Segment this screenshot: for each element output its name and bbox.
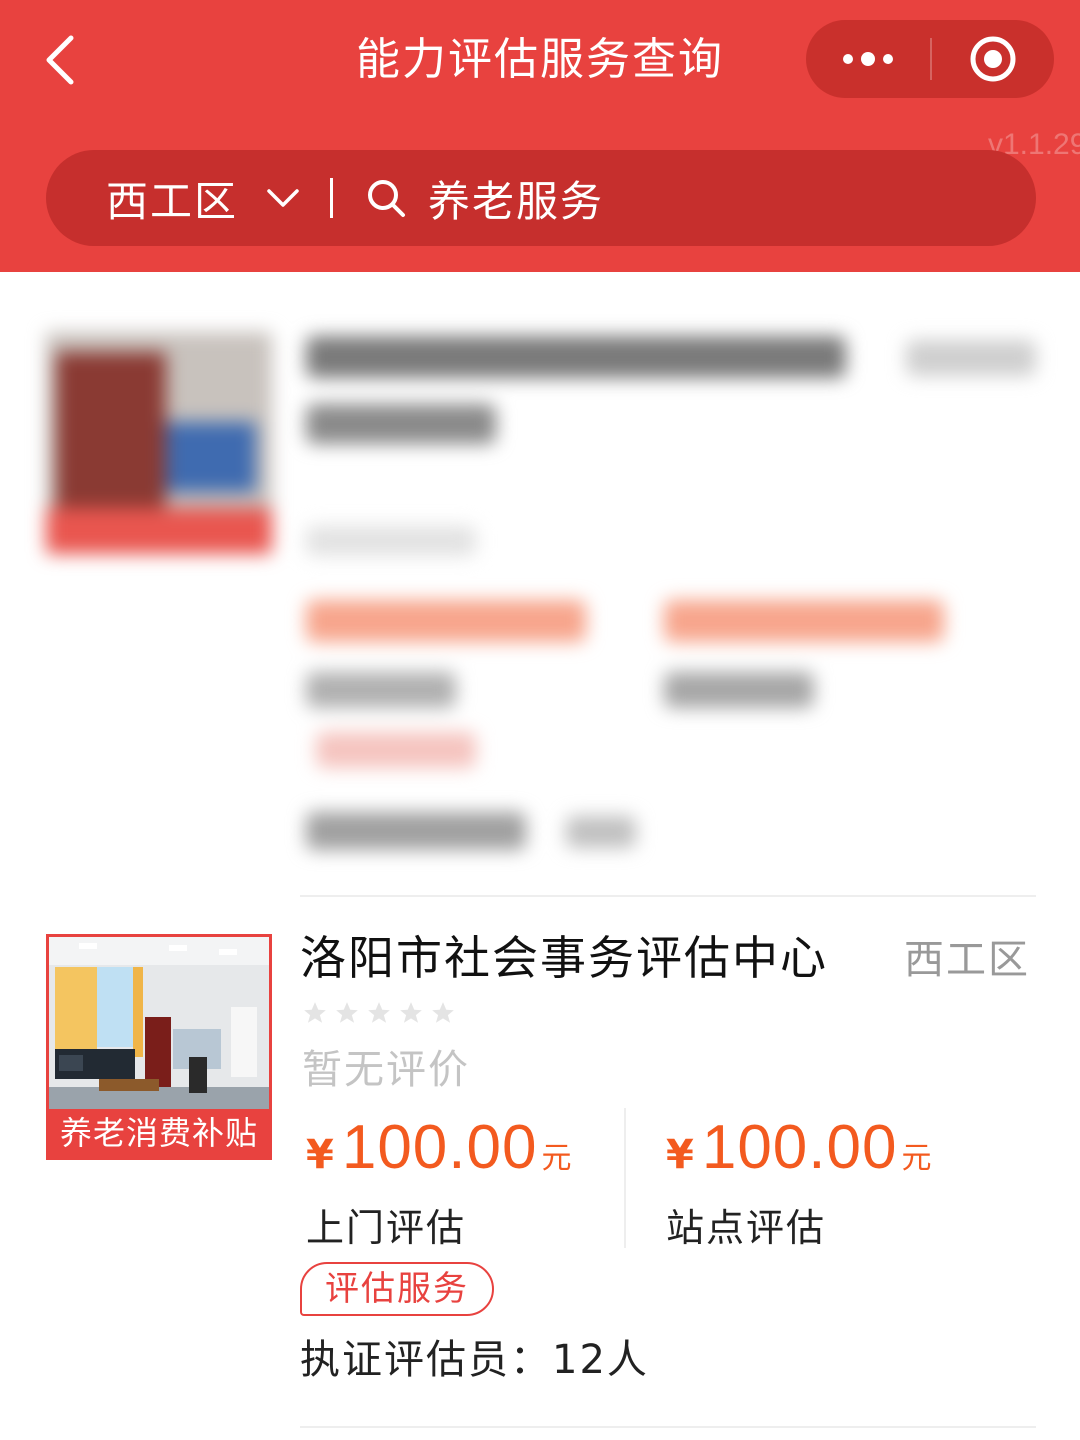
blurred-title: [306, 336, 846, 378]
search-separator: [330, 178, 333, 218]
blurred-district: [906, 340, 1036, 376]
blurred-label-1: [306, 672, 456, 708]
chevron-down-icon: [266, 181, 300, 215]
search-input[interactable]: 养老服务: [366, 150, 604, 246]
subsidy-tag: 养老消费补贴: [49, 1109, 269, 1157]
price-amount: 100.00: [341, 1113, 538, 1182]
blurred-price-1: [306, 600, 586, 642]
listing-thumbnail[interactable]: 养老消费补贴: [46, 934, 272, 1160]
blurred-assessors: [306, 812, 526, 850]
close-mini-program-button[interactable]: [932, 20, 1054, 98]
district-dropdown[interactable]: 西工区: [106, 150, 300, 246]
price-separator: [624, 1108, 626, 1248]
listing-divider: [300, 895, 1036, 897]
blurred-tag: [316, 732, 476, 768]
district-label: 西工区: [106, 176, 239, 226]
blurred-rating: [306, 526, 476, 556]
search-bar: 西工区 养老服务: [46, 150, 1036, 246]
price-label: 上门评估: [306, 1206, 467, 1250]
site-assessment-price: ¥ 100.00 元 站点评估: [666, 1112, 931, 1252]
star-icon: [400, 1002, 422, 1023]
listing-district: 西工区: [904, 937, 1030, 983]
office-room-image: [49, 937, 269, 1109]
more-button[interactable]: [806, 20, 930, 98]
price-label: 站点评估: [666, 1206, 827, 1250]
app-header: 能力评估服务查询 v1.1.29 西工区 养老服务: [0, 0, 1080, 272]
currency-symbol: ¥: [666, 1132, 694, 1178]
star-rating: [302, 1000, 462, 1026]
home-assessment-price: ¥ 100.00 元 上门评估: [306, 1112, 571, 1252]
star-icon: [336, 1002, 358, 1023]
rating-text: 暂无评价: [302, 1047, 470, 1093]
price-unit: 元: [901, 1141, 932, 1176]
assessor-count: 执证评估员：12人: [300, 1337, 649, 1383]
blurred-listing[interactable]: [0, 300, 1080, 880]
star-icon: [368, 1002, 390, 1023]
target-circle-icon: [970, 36, 1016, 82]
currency-symbol: ¥: [306, 1132, 334, 1178]
price-unit: 元: [541, 1141, 572, 1176]
mini-program-capsule: [806, 20, 1054, 98]
search-query: 养老服务: [428, 176, 605, 226]
service-tag: 评估服务: [300, 1262, 494, 1316]
blurred-count: [566, 816, 636, 848]
price-amount: 100.00: [701, 1113, 898, 1182]
blurred-price-2: [664, 600, 944, 642]
blurred-label-2: [664, 672, 814, 708]
blurred-title-line2: [306, 404, 496, 444]
listing-title[interactable]: 洛阳市社会事务评估中心: [300, 926, 828, 990]
more-dots-icon: [843, 52, 893, 66]
blurred-thumbnail: [46, 332, 272, 554]
star-icon: [304, 1002, 326, 1023]
star-icon: [432, 1002, 454, 1023]
search-icon: [368, 180, 405, 217]
listing-divider: [300, 1426, 1036, 1428]
